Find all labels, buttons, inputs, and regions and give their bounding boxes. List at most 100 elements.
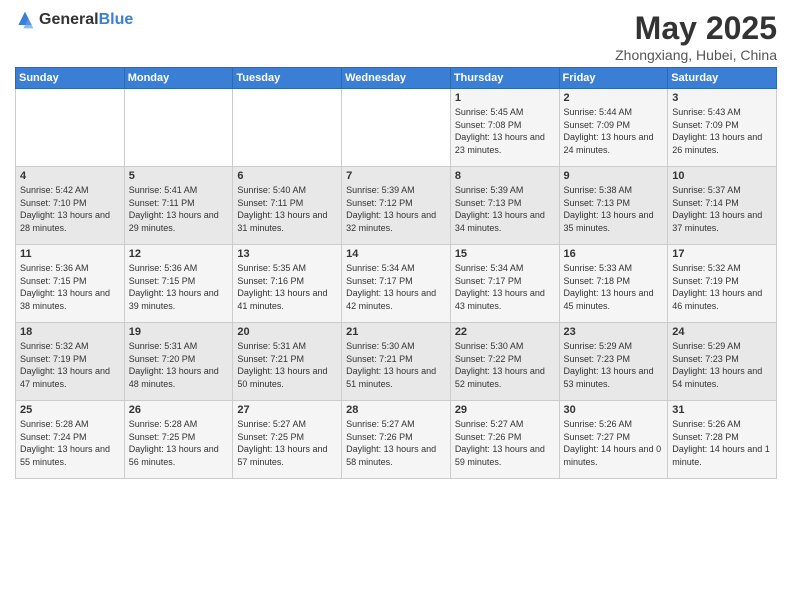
calendar-day-cell: 19Sunrise: 5:31 AMSunset: 7:20 PMDayligh… [124, 323, 233, 401]
day-info: Sunrise: 5:34 AMSunset: 7:17 PMDaylight:… [346, 263, 436, 311]
month-title: May 2025 [615, 10, 777, 47]
day-info: Sunrise: 5:36 AMSunset: 7:15 PMDaylight:… [129, 263, 219, 311]
day-info: Sunrise: 5:29 AMSunset: 7:23 PMDaylight:… [672, 341, 762, 389]
day-info: Sunrise: 5:26 AMSunset: 7:27 PMDaylight:… [564, 419, 662, 467]
weekday-header: Sunday [16, 68, 125, 89]
calendar-day-cell: 24 Sunrise: 5:29 AMSunset: 7:23 PMDayligh… [668, 323, 777, 401]
calendar-day-cell: 13 Sunrise: 5:35 AMSunset: 7:16 PMDayligh… [233, 245, 342, 323]
weekday-header: Saturday [668, 68, 777, 89]
day-info: Sunrise: 5:28 AMSunset: 7:24 PMDaylight:… [20, 419, 110, 467]
day-number: 24 [672, 326, 772, 338]
calendar-week-row: 4Sunrise: 5:42 AMSunset: 7:10 PMDaylight… [16, 167, 777, 245]
weekday-header: Thursday [450, 68, 559, 89]
calendar-week-row: 18 Sunrise: 5:32 AMSunset: 7:19 PMDayligh… [16, 323, 777, 401]
day-number: 23 [564, 326, 664, 338]
day-number: 16 [564, 248, 664, 260]
logo-icon [15, 10, 35, 30]
day-info: Sunrise: 5:33 AMSunset: 7:18 PMDaylight:… [564, 263, 654, 311]
day-number: 25 [20, 404, 120, 416]
day-info: Sunrise: 5:39 AMSunset: 7:12 PMDaylight:… [346, 185, 436, 233]
calendar-day-cell: 7 Sunrise: 5:39 AMSunset: 7:12 PMDaylight… [342, 167, 451, 245]
day-info: Sunrise: 5:27 AMSunset: 7:26 PMDaylight:… [455, 419, 545, 467]
calendar-day-cell: 29 Sunrise: 5:27 AMSunset: 7:26 PMDayligh… [450, 401, 559, 479]
calendar-day-cell: 31 Sunrise: 5:26 AMSunset: 7:28 PMDayligh… [668, 401, 777, 479]
day-info: Sunrise: 5:35 AMSunset: 7:16 PMDaylight:… [237, 263, 327, 311]
calendar-day-cell: 30 Sunrise: 5:26 AMSunset: 7:27 PMDayligh… [559, 401, 668, 479]
calendar-day-cell: 18 Sunrise: 5:32 AMSunset: 7:19 PMDayligh… [16, 323, 125, 401]
day-number: 20 [237, 326, 337, 338]
weekday-header: Monday [124, 68, 233, 89]
logo-text: GeneralBlue [39, 11, 133, 29]
day-info: Sunrise: 5:45 AMSunset: 7:08 PMDaylight:… [455, 107, 545, 155]
day-number: 12 [129, 248, 229, 260]
calendar-day-cell: 8 Sunrise: 5:39 AMSunset: 7:13 PMDaylight… [450, 167, 559, 245]
calendar-day-cell: 6 Sunrise: 5:40 AMSunset: 7:11 PMDaylight… [233, 167, 342, 245]
day-number: 29 [455, 404, 555, 416]
location: Zhongxiang, Hubei, China [615, 47, 777, 63]
weekday-header: Wednesday [342, 68, 451, 89]
day-info: Sunrise: 5:34 AMSunset: 7:17 PMDaylight:… [455, 263, 545, 311]
day-number: 18 [20, 326, 120, 338]
day-info: Sunrise: 5:40 AMSunset: 7:11 PMDaylight:… [237, 185, 327, 233]
calendar-day-cell: 28Sunrise: 5:27 AMSunset: 7:26 PMDayligh… [342, 401, 451, 479]
calendar-week-row: 1 Sunrise: 5:45 AMSunset: 7:08 PMDaylight… [16, 89, 777, 167]
calendar-day-cell: 2Sunrise: 5:44 AMSunset: 7:09 PMDaylight… [559, 89, 668, 167]
calendar-day-cell: 14 Sunrise: 5:34 AMSunset: 7:17 PMDayligh… [342, 245, 451, 323]
calendar-day-cell: 25 Sunrise: 5:28 AMSunset: 7:24 PMDayligh… [16, 401, 125, 479]
day-number: 6 [237, 170, 337, 182]
day-info: Sunrise: 5:27 AMSunset: 7:25 PMDaylight:… [237, 419, 327, 467]
calendar-day-cell: 10 Sunrise: 5:37 AMSunset: 7:14 PMDayligh… [668, 167, 777, 245]
day-number: 26 [129, 404, 229, 416]
day-number: 5 [129, 170, 229, 182]
day-number: 15 [455, 248, 555, 260]
calendar-day-cell: 9 Sunrise: 5:38 AMSunset: 7:13 PMDaylight… [559, 167, 668, 245]
calendar-day-cell: 3Sunrise: 5:43 AMSunset: 7:09 PMDaylight… [668, 89, 777, 167]
day-info: Sunrise: 5:32 AMSunset: 7:19 PMDaylight:… [20, 341, 110, 389]
calendar-week-row: 25 Sunrise: 5:28 AMSunset: 7:24 PMDayligh… [16, 401, 777, 479]
day-info: Sunrise: 5:37 AMSunset: 7:14 PMDaylight:… [672, 185, 762, 233]
calendar-day-cell: 4Sunrise: 5:42 AMSunset: 7:10 PMDaylight… [16, 167, 125, 245]
day-info: Sunrise: 5:39 AMSunset: 7:13 PMDaylight:… [455, 185, 545, 233]
calendar-day-cell: 17Sunrise: 5:32 AMSunset: 7:19 PMDayligh… [668, 245, 777, 323]
day-number: 14 [346, 248, 446, 260]
day-info: Sunrise: 5:28 AMSunset: 7:25 PMDaylight:… [129, 419, 219, 467]
day-number: 13 [237, 248, 337, 260]
day-info: Sunrise: 5:26 AMSunset: 7:28 PMDaylight:… [672, 419, 770, 467]
day-number: 8 [455, 170, 555, 182]
title-block: May 2025 Zhongxiang, Hubei, China [615, 10, 777, 63]
day-number: 4 [20, 170, 120, 182]
day-number: 31 [672, 404, 772, 416]
day-number: 10 [672, 170, 772, 182]
day-info: Sunrise: 5:31 AMSunset: 7:21 PMDaylight:… [237, 341, 327, 389]
day-number: 21 [346, 326, 446, 338]
day-info: Sunrise: 5:31 AMSunset: 7:20 PMDaylight:… [129, 341, 219, 389]
calendar-day-cell: 1 Sunrise: 5:45 AMSunset: 7:08 PMDaylight… [450, 89, 559, 167]
day-info: Sunrise: 5:38 AMSunset: 7:13 PMDaylight:… [564, 185, 654, 233]
day-number: 17 [672, 248, 772, 260]
day-number: 11 [20, 248, 120, 260]
day-number: 7 [346, 170, 446, 182]
day-number: 28 [346, 404, 446, 416]
day-info: Sunrise: 5:29 AMSunset: 7:23 PMDaylight:… [564, 341, 654, 389]
header: GeneralBlue May 2025 Zhongxiang, Hubei, … [15, 10, 777, 63]
day-info: Sunrise: 5:43 AMSunset: 7:09 PMDaylight:… [672, 107, 762, 155]
calendar-day-cell: 16 Sunrise: 5:33 AMSunset: 7:18 PMDayligh… [559, 245, 668, 323]
calendar-day-cell: 21 Sunrise: 5:30 AMSunset: 7:21 PMDayligh… [342, 323, 451, 401]
calendar-container: GeneralBlue May 2025 Zhongxiang, Hubei, … [0, 0, 792, 489]
calendar-table: SundayMondayTuesdayWednesdayThursdayFrid… [15, 67, 777, 479]
day-number: 1 [455, 92, 555, 104]
day-number: 30 [564, 404, 664, 416]
day-info: Sunrise: 5:30 AMSunset: 7:21 PMDaylight:… [346, 341, 436, 389]
day-info: Sunrise: 5:30 AMSunset: 7:22 PMDaylight:… [455, 341, 545, 389]
day-number: 22 [455, 326, 555, 338]
calendar-day-cell: 5Sunrise: 5:41 AMSunset: 7:11 PMDaylight… [124, 167, 233, 245]
calendar-day-cell: 22 Sunrise: 5:30 AMSunset: 7:22 PMDayligh… [450, 323, 559, 401]
day-number: 9 [564, 170, 664, 182]
calendar-day-cell: 15 Sunrise: 5:34 AMSunset: 7:17 PMDayligh… [450, 245, 559, 323]
day-number: 2 [564, 92, 664, 104]
weekday-header: Friday [559, 68, 668, 89]
logo: GeneralBlue [15, 10, 133, 30]
day-number: 27 [237, 404, 337, 416]
day-info: Sunrise: 5:36 AMSunset: 7:15 PMDaylight:… [20, 263, 110, 311]
weekday-header-row: SundayMondayTuesdayWednesdayThursdayFrid… [16, 68, 777, 89]
